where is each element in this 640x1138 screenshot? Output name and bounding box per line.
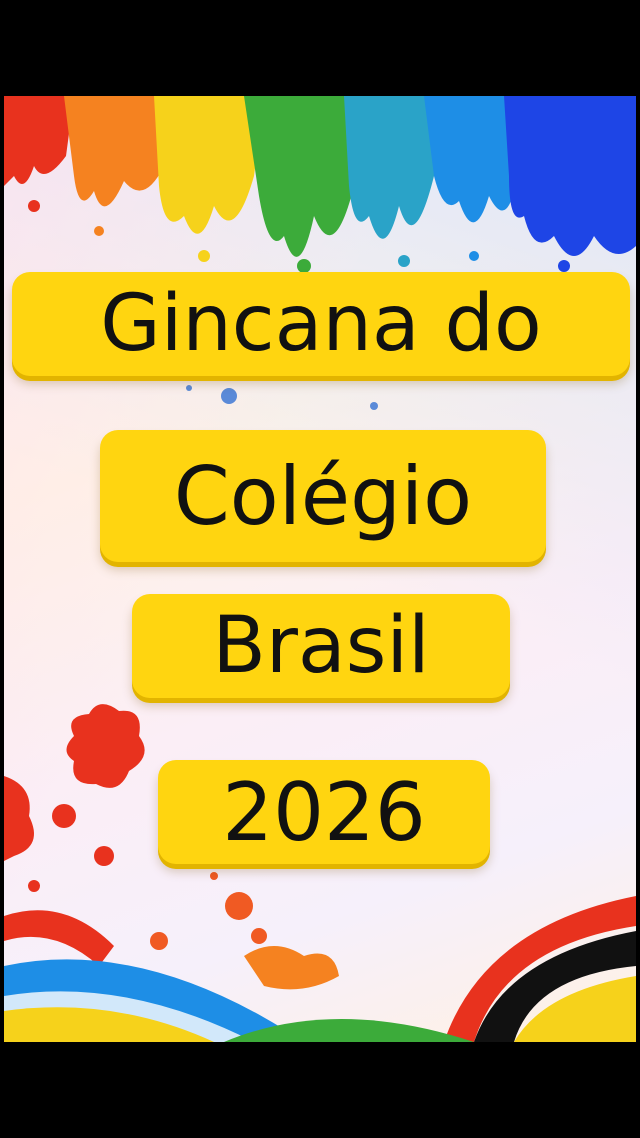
title-line-1-banner: Gincana do (12, 272, 630, 376)
paint-splash-art (4, 96, 636, 1042)
poster: Gincana do Colégio Brasil 2026 (4, 96, 636, 1042)
title-line-4: 2026 (222, 765, 426, 859)
title-line-4-banner: 2026 (158, 760, 490, 864)
title-line-3-banner: Brasil (132, 594, 510, 698)
title-line-3: Brasil (212, 601, 430, 691)
title-line-2: Colégio (173, 449, 473, 543)
title-line-2-banner: Colégio (100, 430, 546, 562)
title-line-1: Gincana do (100, 279, 542, 369)
